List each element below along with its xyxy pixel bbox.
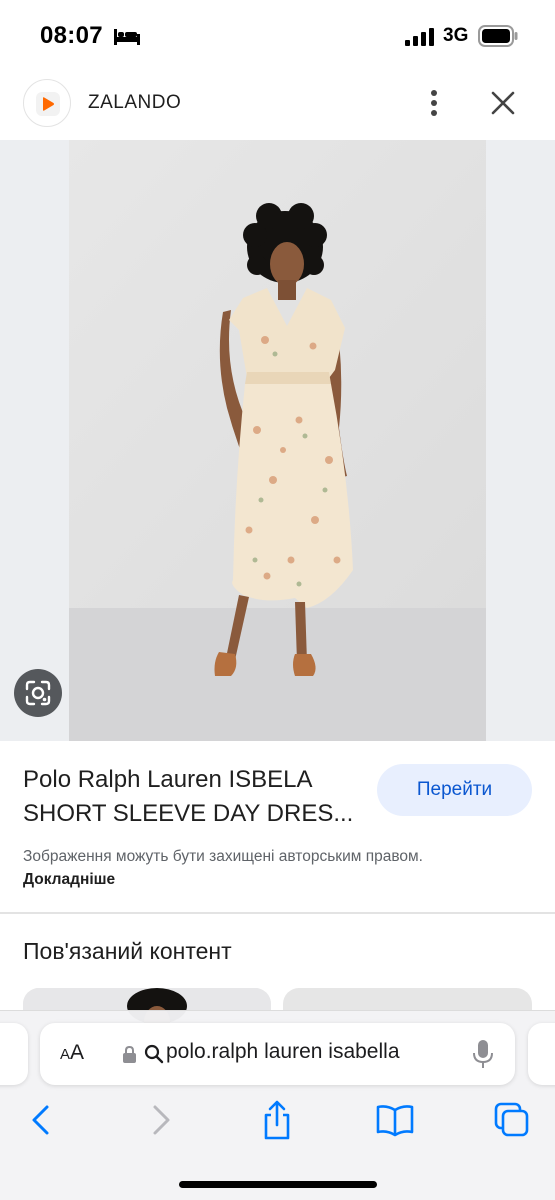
network-type: 3G <box>443 25 469 46</box>
product-image[interactable] <box>69 140 486 741</box>
home-indicator <box>179 1181 377 1188</box>
status-bar: 08:07 3G <box>0 0 555 72</box>
forward-icon[interactable] <box>139 1098 183 1142</box>
next-tab-preview[interactable] <box>528 1023 555 1085</box>
bed-icon <box>114 29 140 45</box>
page-settings-button[interactable]: AA <box>60 1041 84 1065</box>
product-photo <box>69 140 486 741</box>
battery-icon <box>478 25 518 47</box>
product-title[interactable]: Polo Ralph Lauren ISBELA SHORT SLEEVE DA… <box>23 763 368 831</box>
share-icon[interactable] <box>255 1098 299 1142</box>
previous-tab-preview[interactable] <box>0 1023 28 1085</box>
related-content-title: Пов'язаний контент <box>23 938 232 964</box>
lens-icon <box>25 680 51 706</box>
aa-large-letter: A <box>70 1041 85 1064</box>
back-icon[interactable] <box>19 1098 63 1142</box>
cell-signal-icon <box>405 28 434 46</box>
zalando-logo-icon <box>43 97 54 111</box>
site-logo[interactable] <box>23 79 71 127</box>
lock-icon <box>123 1045 136 1063</box>
copyright-notice: Зображення можуть бути захищені авторськ… <box>23 845 443 891</box>
status-time: 08:07 <box>40 22 103 49</box>
more-vertical-icon[interactable] <box>418 86 450 120</box>
bookmarks-icon[interactable] <box>373 1098 417 1142</box>
site-name[interactable]: ZALANDO <box>88 92 181 114</box>
close-icon[interactable] <box>486 86 520 120</box>
microphone-icon[interactable] <box>472 1039 494 1069</box>
aa-small-letter: A <box>60 1046 71 1063</box>
image-viewer <box>0 140 555 741</box>
tabs-icon[interactable] <box>490 1098 534 1142</box>
google-lens-button[interactable] <box>14 669 62 717</box>
search-icon <box>144 1044 164 1064</box>
divider <box>0 912 555 914</box>
address-bar[interactable]: AA polo.ralph lauren isabella <box>40 1023 515 1085</box>
copyright-text: Зображення можуть бути захищені авторськ… <box>23 848 423 865</box>
learn-more-link[interactable]: Докладніше <box>23 871 115 888</box>
site-header: ZALANDO <box>0 72 555 140</box>
visit-button[interactable]: Перейти <box>377 764 532 816</box>
address-text[interactable]: polo.ralph lauren isabella <box>166 1040 400 1064</box>
